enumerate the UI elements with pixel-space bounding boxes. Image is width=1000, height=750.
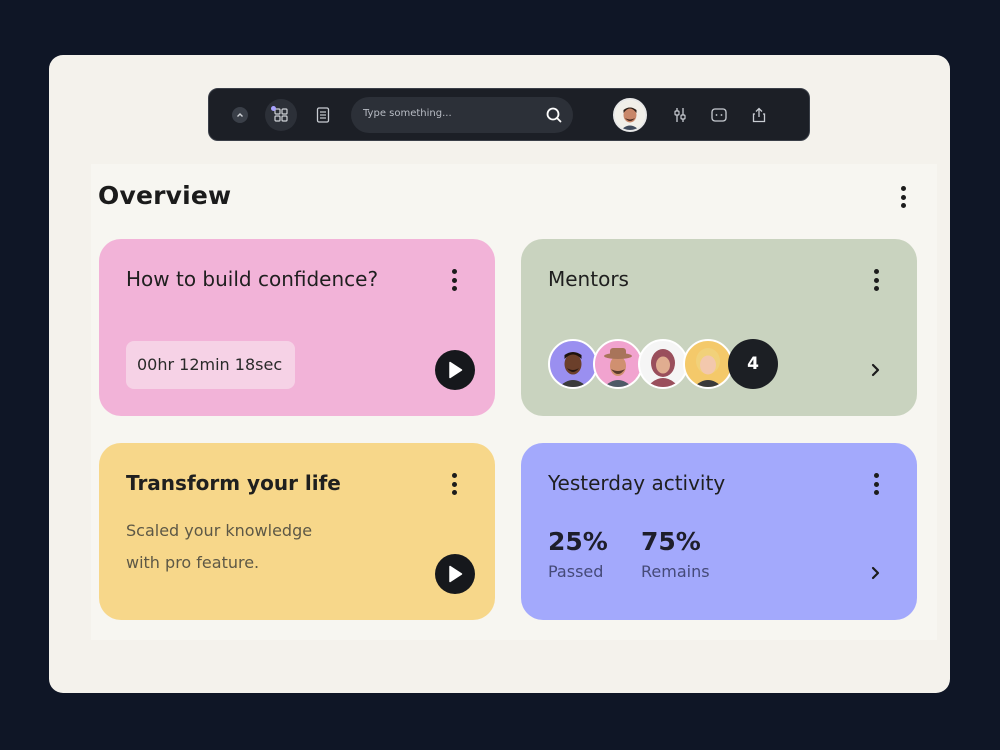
card-title: Transform your life — [126, 471, 341, 495]
play-button[interactable] — [435, 350, 475, 390]
message-icon[interactable] — [709, 105, 729, 125]
play-button[interactable] — [435, 554, 475, 594]
stat-value: 75% — [641, 527, 701, 556]
timer-badge: 00hr 12min 18sec — [126, 341, 295, 389]
card-more-icon[interactable] — [872, 473, 880, 495]
mentors-card[interactable]: Mentors 4 — [521, 239, 917, 416]
description-line: with pro feature. — [126, 553, 260, 572]
chevron-right-icon[interactable] — [868, 361, 882, 379]
card-title: Yesterday activity — [548, 471, 726, 495]
search-icon[interactable] — [545, 106, 563, 124]
stat-remains: 75% Remains — [641, 527, 710, 581]
mentor-avatar[interactable] — [548, 339, 598, 389]
play-icon — [449, 565, 463, 583]
card-title: Mentors — [548, 267, 629, 291]
activity-card[interactable]: Yesterday activity 25% Passed 75% Remain… — [521, 443, 917, 620]
search-placeholder: Type something... — [363, 108, 452, 119]
mentor-avatar[interactable] — [683, 339, 733, 389]
mentor-avatar[interactable] — [638, 339, 688, 389]
stat-value: 25% — [548, 527, 608, 556]
chevron-up-icon[interactable] — [232, 107, 248, 123]
card-more-icon[interactable] — [450, 269, 458, 291]
document-icon[interactable] — [313, 105, 333, 125]
grid-icon[interactable] — [265, 99, 297, 131]
page-title: Overview — [98, 181, 232, 210]
description-line: Scaled your knowledge — [126, 521, 313, 540]
card-more-icon[interactable] — [872, 269, 880, 291]
transform-card[interactable]: Transform your life Scaled your knowledg… — [99, 443, 495, 620]
stat-label: Passed — [548, 562, 604, 581]
card-more-icon[interactable] — [450, 473, 458, 495]
share-icon[interactable] — [749, 105, 769, 125]
sliders-icon[interactable] — [670, 105, 690, 125]
more-mentors-count[interactable]: 4 — [728, 339, 778, 389]
overview-more-icon[interactable] — [899, 186, 907, 208]
top-toolbar: Type something... — [208, 88, 810, 141]
mentor-avatar[interactable] — [593, 339, 643, 389]
confidence-card[interactable]: How to build confidence? 00hr 12min 18se… — [99, 239, 495, 416]
search-input[interactable]: Type something... — [351, 97, 573, 133]
notification-dot — [271, 106, 276, 111]
stat-passed: 25% Passed — [548, 527, 608, 581]
user-avatar[interactable] — [613, 98, 647, 132]
card-title: How to build confidence? — [126, 267, 379, 291]
stat-label: Remains — [641, 562, 710, 581]
chevron-right-icon[interactable] — [868, 564, 882, 582]
play-icon — [449, 361, 463, 379]
card-description: Scaled your knowledge with pro feature. — [126, 515, 312, 579]
